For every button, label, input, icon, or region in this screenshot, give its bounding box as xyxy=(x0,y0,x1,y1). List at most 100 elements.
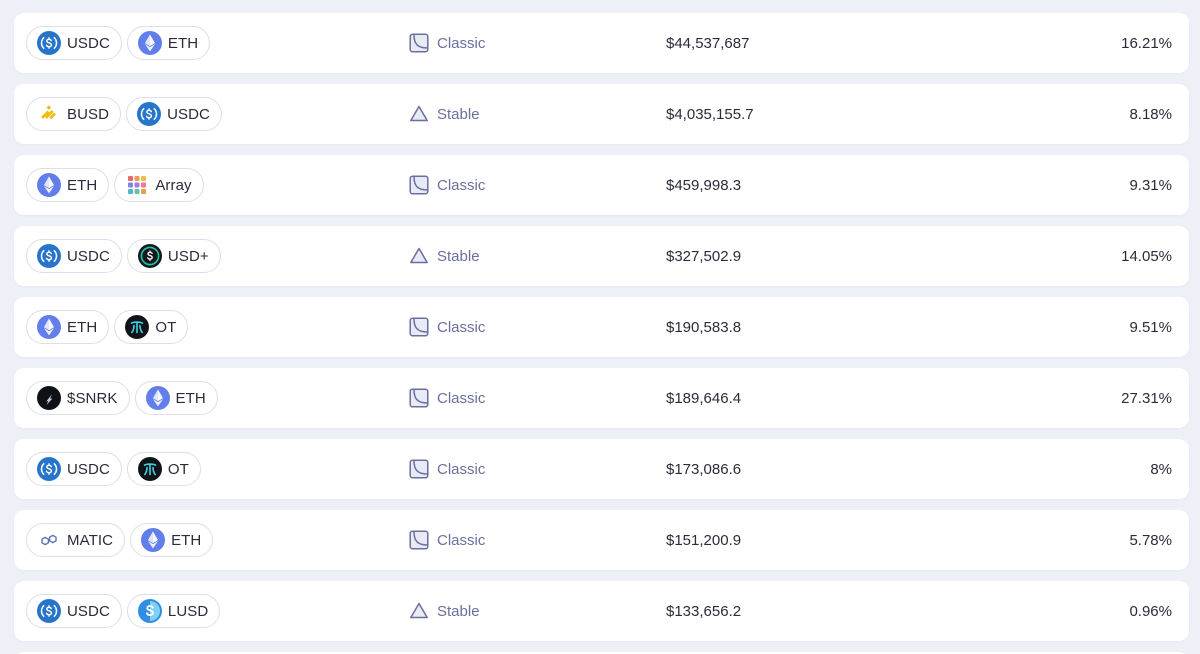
pool-type: Classic xyxy=(409,510,485,570)
usdc-icon xyxy=(37,599,61,623)
pool-apr: 9.51% xyxy=(1129,318,1172,336)
token-symbol: USD+ xyxy=(167,247,209,265)
token-pill[interactable]: USDC xyxy=(26,594,122,628)
token-symbol: USDC xyxy=(67,34,110,52)
pool-type: Classic xyxy=(409,155,485,215)
pool-row[interactable]: USDC USD+ Stable $327,502.9 14.05% xyxy=(14,226,1189,286)
token-pill[interactable]: ETH xyxy=(130,523,214,557)
classic-icon xyxy=(409,175,429,195)
token-symbol: Array xyxy=(155,176,192,194)
token-pill[interactable]: LUSD xyxy=(126,594,221,628)
eth-icon xyxy=(137,31,162,55)
token-symbol: ETH xyxy=(167,34,199,52)
token-pill[interactable]: USD+ xyxy=(126,239,221,273)
stable-icon xyxy=(409,246,429,266)
token-pair: USDC OT xyxy=(26,452,201,486)
pool-type-label: Classic xyxy=(437,176,486,194)
token-symbol: MATIC xyxy=(67,531,114,549)
pool-row[interactable]: ETH OT Classic $190,583.8 9.51% xyxy=(14,297,1189,357)
pool-row[interactable]: ETH Array Classic $459,998.3 9.31% xyxy=(14,155,1189,215)
usdc-icon xyxy=(137,102,162,126)
token-pill[interactable]: USDC xyxy=(26,452,122,486)
eth-icon xyxy=(37,315,61,339)
pool-tvl: $189,646.4 xyxy=(666,389,742,407)
pool-type-label: Classic xyxy=(437,460,486,478)
pool-type-label: Classic xyxy=(437,318,486,336)
pool-row[interactable]: BUSD USDC Stable $4,035,155.7 8.18% xyxy=(14,84,1189,144)
token-pill[interactable]: MATIC xyxy=(26,523,126,557)
ot-icon xyxy=(137,457,162,481)
pool-type-label: Classic xyxy=(437,531,486,549)
busd-icon xyxy=(37,102,61,126)
token-pair: USDC ETH xyxy=(26,26,211,60)
usdc-icon xyxy=(37,31,61,55)
stable-icon xyxy=(409,601,429,621)
token-symbol: ETH xyxy=(171,531,202,549)
token-symbol: USDC xyxy=(67,247,110,265)
eth-icon xyxy=(141,528,166,552)
pool-tvl: $44,537,687 xyxy=(666,34,750,52)
pool-type-label: Stable xyxy=(437,247,480,265)
pool-type: Classic xyxy=(409,297,485,357)
classic-icon xyxy=(409,530,429,550)
token-pair: BUSD USDC xyxy=(26,97,222,131)
token-symbol: OT xyxy=(167,460,189,478)
pool-tvl: $459,998.3 xyxy=(666,176,742,194)
token-pill[interactable]: OT xyxy=(126,452,201,486)
pool-type: Classic xyxy=(409,13,485,73)
usdc-icon xyxy=(37,457,61,481)
token-symbol: ETH xyxy=(67,176,98,194)
token-pair: $SNRK ETH xyxy=(26,381,218,415)
token-pill[interactable]: ETH xyxy=(26,310,110,344)
token-pill[interactable]: Array xyxy=(114,168,204,202)
snrk-icon xyxy=(37,386,61,410)
pool-row[interactable]: $SNRK ETH Classic $189,646.4 27.31% xyxy=(14,368,1189,428)
token-pill[interactable]: ETH xyxy=(26,168,110,202)
pool-row[interactable]: USDC OT Classic $173,086.6 8% xyxy=(14,439,1189,499)
token-pill[interactable]: ETH xyxy=(126,26,211,60)
pool-type-label: Stable xyxy=(437,105,480,123)
token-pill[interactable]: OT xyxy=(114,310,189,344)
pool-type-label: Classic xyxy=(437,389,486,407)
pool-type: Classic xyxy=(409,368,485,428)
pool-type: Stable xyxy=(409,581,480,641)
pool-list: USDC ETH Classic $44,537,687 16.21% BUSD… xyxy=(14,13,1189,654)
pool-tvl: $173,086.6 xyxy=(666,460,742,478)
classic-icon xyxy=(409,388,429,408)
pool-type-label: Classic xyxy=(437,34,486,52)
token-pill[interactable]: USDC xyxy=(26,26,122,60)
token-pill[interactable]: USDC xyxy=(26,239,122,273)
pool-apr: 0.96% xyxy=(1129,602,1172,620)
usdc-icon xyxy=(37,244,61,268)
stable-icon xyxy=(409,104,429,124)
token-pill[interactable]: BUSD xyxy=(26,97,122,131)
token-pair: USDC USD+ xyxy=(26,239,221,273)
pool-row[interactable]: MATIC ETH Classic $151,200.9 5.78% xyxy=(14,510,1189,570)
pool-row[interactable]: USDC LUSD Stable $133,656.2 0.96% xyxy=(14,581,1189,641)
pool-row[interactable]: USDC ETH Classic $44,537,687 16.21% xyxy=(14,13,1189,73)
lusd-icon xyxy=(137,599,162,623)
token-symbol: ETH xyxy=(67,318,98,336)
pool-apr: 8% xyxy=(1150,460,1172,478)
token-pill[interactable]: $SNRK xyxy=(26,381,130,415)
classic-icon xyxy=(409,459,429,479)
token-symbol: USDC xyxy=(67,602,110,620)
token-symbol: $SNRK xyxy=(67,389,118,407)
classic-icon xyxy=(409,317,429,337)
token-pill[interactable]: USDC xyxy=(126,97,222,131)
classic-icon xyxy=(409,33,429,53)
pool-type: Stable xyxy=(409,226,480,286)
token-pair: MATIC ETH xyxy=(26,523,214,557)
pool-apr: 27.31% xyxy=(1121,389,1172,407)
eth-icon xyxy=(145,386,170,410)
token-symbol: ETH xyxy=(175,389,206,407)
token-pill[interactable]: ETH xyxy=(134,381,218,415)
pool-type: Classic xyxy=(409,439,485,499)
token-symbol: BUSD xyxy=(67,105,110,123)
token-symbol: LUSD xyxy=(167,602,209,620)
pool-type: Stable xyxy=(409,84,480,144)
token-symbol: USDC xyxy=(167,105,210,123)
pool-tvl: $151,200.9 xyxy=(666,531,742,549)
pool-type-label: Stable xyxy=(437,602,480,620)
pool-tvl: $4,035,155.7 xyxy=(666,105,754,123)
